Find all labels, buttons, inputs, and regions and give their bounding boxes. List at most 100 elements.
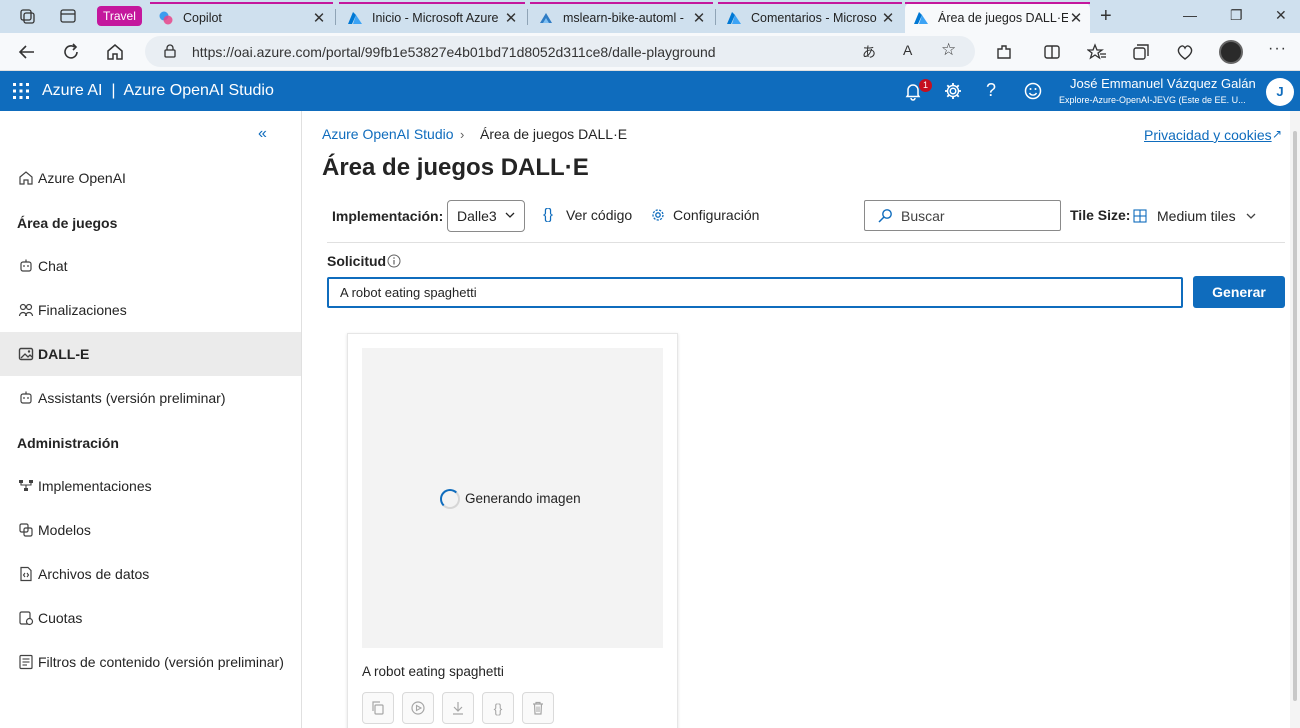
browser-tab-strip: Travel Copilot ✕ Inicio - Microsoft Azur…: [0, 0, 1300, 33]
address-bar[interactable]: https://oai.azure.com/portal/99fb1e53827…: [145, 36, 975, 67]
deployment-label: Implementación:: [332, 208, 444, 224]
code-braces-icon: {}: [543, 206, 554, 223]
collections-icon[interactable]: [1131, 42, 1151, 62]
chevron-down-icon: [1246, 213, 1256, 219]
close-tab-icon[interactable]: ✕: [311, 9, 327, 27]
browser-toolbar: https://oai.azure.com/portal/99fb1e53827…: [0, 33, 1300, 71]
view-image-button[interactable]: [402, 692, 434, 724]
download-button[interactable]: [442, 692, 474, 724]
settings-button[interactable]: Configuración: [650, 207, 759, 223]
prompt-input[interactable]: A robot eating spaghetti: [327, 277, 1183, 308]
user-avatar[interactable]: J: [1266, 78, 1294, 106]
generate-button[interactable]: Generar: [1193, 276, 1285, 308]
models-icon: [19, 523, 33, 537]
azure-icon: [348, 11, 362, 24]
card-actions: {}: [362, 692, 562, 724]
copilot-icon: [159, 11, 173, 24]
tab-group-label[interactable]: Travel: [97, 6, 142, 26]
sidebar-item-implementaciones[interactable]: Implementaciones: [0, 464, 301, 508]
ml-icon: [540, 12, 552, 23]
back-icon[interactable]: [17, 42, 37, 62]
home-icon: [19, 171, 33, 185]
sidebar-item-chat[interactable]: Chat: [0, 244, 301, 288]
sidebar-item-dall-e[interactable]: DALL-E: [0, 332, 301, 376]
studio-brand[interactable]: Azure AI | Azure OpenAI Studio: [42, 82, 274, 100]
left-navigation: « Azure OpenAI Área de juegos Chat Final…: [0, 111, 302, 728]
browser-tab-copilot[interactable]: Copilot ✕: [150, 2, 333, 33]
copy-icon: [372, 701, 384, 715]
new-tab-icon[interactable]: +: [1100, 5, 1112, 28]
favorites-icon[interactable]: [1087, 42, 1107, 62]
help-icon[interactable]: ?: [986, 80, 1006, 100]
grid-icon: [1133, 209, 1147, 223]
external-link-icon[interactable]: ↗: [1272, 127, 1282, 141]
browser-tab-mslearn[interactable]: mslearn-bike-automl - ✕: [530, 2, 713, 33]
browser-tab-comentarios[interactable]: Comentarios - Microso ✕: [718, 2, 902, 33]
sidebar-item-azure-openai[interactable]: Azure OpenAI: [0, 156, 301, 200]
settings-more-icon[interactable]: ···: [1268, 40, 1287, 58]
app-launcher-icon[interactable]: [13, 83, 29, 99]
close-window-icon[interactable]: ✕: [1275, 7, 1287, 24]
breadcrumb-root[interactable]: Azure OpenAI Studio: [322, 126, 454, 142]
data-files-icon: [20, 566, 32, 582]
lock-icon[interactable]: [162, 43, 178, 59]
tile-size-dropdown[interactable]: Medium tiles: [1133, 208, 1257, 224]
view-icon: [411, 701, 425, 715]
translate-icon[interactable]: あ: [862, 42, 880, 60]
profile-avatar[interactable]: [1219, 40, 1243, 64]
minimize-icon[interactable]: —: [1183, 7, 1197, 23]
browser-tab-inicio[interactable]: Inicio - Microsoft Azure ✕: [339, 2, 525, 33]
page-title: Área de juegos DALL·E: [322, 154, 589, 181]
favorite-star-icon[interactable]: ☆: [941, 40, 959, 59]
search-icon: [878, 209, 892, 223]
download-icon: [453, 702, 463, 715]
breadcrumb-current: Área de juegos DALL·E: [480, 126, 628, 142]
tile-size-label: Tile Size:: [1070, 207, 1131, 223]
sidebar-item-modelos[interactable]: Modelos: [0, 508, 301, 552]
view-code-button[interactable]: {} Ver código: [543, 206, 632, 224]
breadcrumb-separator-icon: ›: [460, 127, 465, 142]
read-aloud-icon[interactable]: A: [903, 42, 921, 60]
settings-gear-icon[interactable]: [943, 81, 963, 101]
view-json-button[interactable]: {}: [482, 692, 514, 724]
sidebar-item-assistants[interactable]: Assistants (versión preliminar): [0, 376, 301, 420]
sidebar-item-filtros-de-contenido[interactable]: Filtros de contenido (versión preliminar…: [0, 640, 301, 684]
deployment-dropdown[interactable]: Dalle3: [447, 200, 525, 232]
copy-prompt-button[interactable]: [362, 692, 394, 724]
browser-tab-dalle[interactable]: Área de juegos DALL·E ✕: [905, 2, 1090, 33]
close-tab-icon[interactable]: ✕: [880, 9, 896, 27]
split-screen-icon[interactable]: [1042, 42, 1062, 62]
extensions-icon[interactable]: [994, 42, 1014, 62]
close-tab-icon[interactable]: ✕: [503, 9, 519, 27]
sidebar-item-cuotas[interactable]: Cuotas: [0, 596, 301, 640]
close-tab-icon[interactable]: ✕: [691, 9, 707, 27]
section-heading-administration: Administración: [17, 435, 119, 451]
sidebar-item-archivos-de-datos[interactable]: Archivos de datos: [0, 552, 301, 596]
trash-icon: [533, 701, 543, 715]
tab-actions-icon[interactable]: [59, 7, 77, 25]
section-heading-playground: Área de juegos: [17, 215, 118, 231]
sidebar-item-finalizaciones[interactable]: Finalizaciones: [0, 288, 301, 332]
page-scrollbar[interactable]: [1290, 111, 1300, 728]
delete-button[interactable]: [522, 692, 554, 724]
restore-icon[interactable]: ❐: [1230, 7, 1243, 24]
search-input[interactable]: Buscar: [864, 200, 1061, 231]
workspaces-icon[interactable]: [18, 7, 36, 25]
deployments-icon: [19, 480, 33, 491]
url-text[interactable]: https://oai.azure.com/portal/99fb1e53827…: [192, 44, 716, 60]
notification-count-badge: 1: [919, 79, 932, 92]
completions-icon: [18, 303, 34, 317]
image-placeholder: Generando imagen: [362, 348, 663, 648]
info-icon[interactable]: [387, 254, 401, 268]
home-icon[interactable]: [105, 42, 125, 62]
refresh-icon[interactable]: [61, 42, 81, 62]
close-tab-icon[interactable]: ✕: [1068, 9, 1084, 27]
user-resource[interactable]: Explore-Azure-OpenAI-JEVG (Este de EE. U…: [1059, 95, 1246, 105]
user-name[interactable]: José Emmanuel Vázquez Galán: [1070, 76, 1256, 91]
toolbar-divider: [327, 242, 1285, 243]
feedback-smiley-icon[interactable]: [1023, 81, 1043, 101]
collapse-nav-icon[interactable]: «: [258, 125, 267, 143]
quotas-icon: [19, 611, 34, 626]
privacy-link[interactable]: Privacidad y cookies: [1144, 127, 1272, 143]
browser-essentials-icon[interactable]: [1175, 42, 1195, 62]
